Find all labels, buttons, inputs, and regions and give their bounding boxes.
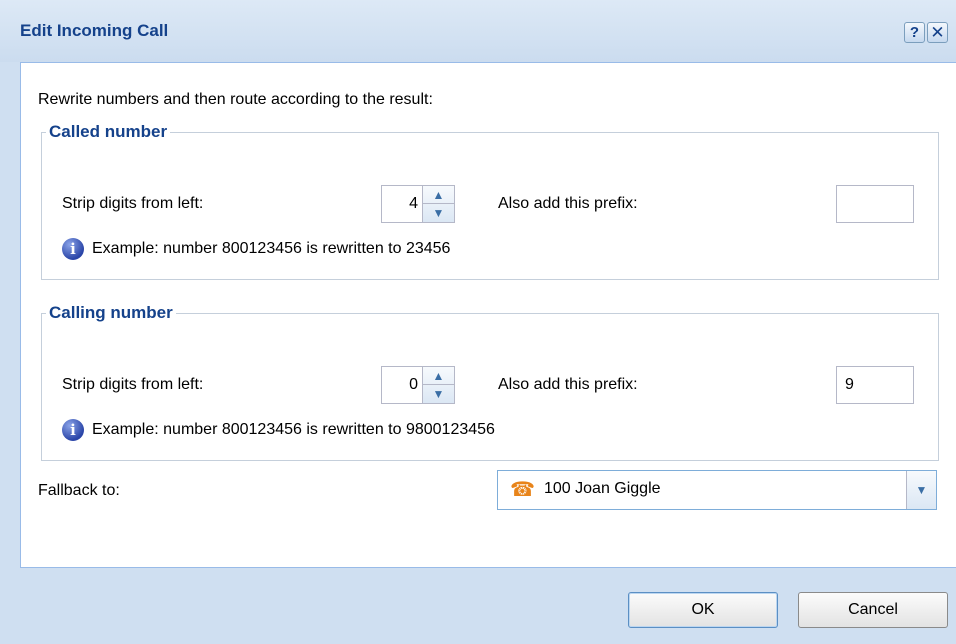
edit-incoming-call-dialog: Edit Incoming Call ? ✕ Rewrite numbers a… (0, 0, 956, 644)
called-strip-label: Strip digits from left: (62, 195, 204, 212)
calling-example-text: Example: number 800123456 is rewritten t… (92, 421, 495, 438)
fallback-select[interactable]: ☎ 100 Joan Giggle ▼ (497, 470, 937, 510)
called-strip-digits-input[interactable] (381, 185, 423, 223)
cancel-button[interactable]: Cancel (798, 592, 948, 628)
spin-down-icon[interactable]: ▼ (423, 385, 454, 403)
intro-text: Rewrite numbers and then route according… (38, 91, 433, 108)
fallback-label: Fallback to: (38, 482, 120, 499)
calling-prefix-label: Also add this prefix: (498, 376, 638, 393)
called-example-text: Example: number 800123456 is rewritten t… (92, 240, 451, 257)
help-button[interactable]: ? (904, 22, 925, 43)
calling-strip-digits-input[interactable] (381, 366, 423, 404)
phone-icon: ☎ (510, 479, 535, 501)
called-strip-spinner[interactable]: ▲ ▼ (423, 185, 455, 223)
dialog-title: Edit Incoming Call (20, 21, 169, 40)
spin-up-icon[interactable]: ▲ (423, 367, 454, 385)
ok-button[interactable]: OK (628, 592, 778, 628)
fallback-selected-value: 100 Joan Giggle (544, 480, 661, 497)
dialog-body: Rewrite numbers and then route according… (20, 62, 956, 568)
close-button[interactable]: ✕ (927, 22, 948, 43)
info-icon: i (62, 238, 84, 260)
calling-number-legend: Calling number (49, 303, 173, 322)
calling-strip-label: Strip digits from left: (62, 376, 204, 393)
called-number-group: Called number Strip digits from left: ▲ … (41, 122, 939, 280)
info-icon: i (62, 419, 84, 441)
calling-prefix-input[interactable] (836, 366, 914, 404)
called-prefix-input[interactable] (836, 185, 914, 223)
dialog-titlebar[interactable]: Edit Incoming Call ? ✕ (0, 0, 956, 62)
called-prefix-label: Also add this prefix: (498, 195, 638, 212)
called-number-legend: Called number (49, 122, 168, 141)
spin-up-icon[interactable]: ▲ (423, 186, 454, 204)
chevron-down-icon[interactable]: ▼ (906, 471, 936, 509)
calling-strip-spinner[interactable]: ▲ ▼ (423, 366, 455, 404)
spin-down-icon[interactable]: ▼ (423, 204, 454, 222)
help-icon: ? (909, 24, 920, 41)
calling-number-group: Calling number Strip digits from left: ▲… (41, 303, 939, 461)
close-icon: ✕ (930, 23, 945, 42)
